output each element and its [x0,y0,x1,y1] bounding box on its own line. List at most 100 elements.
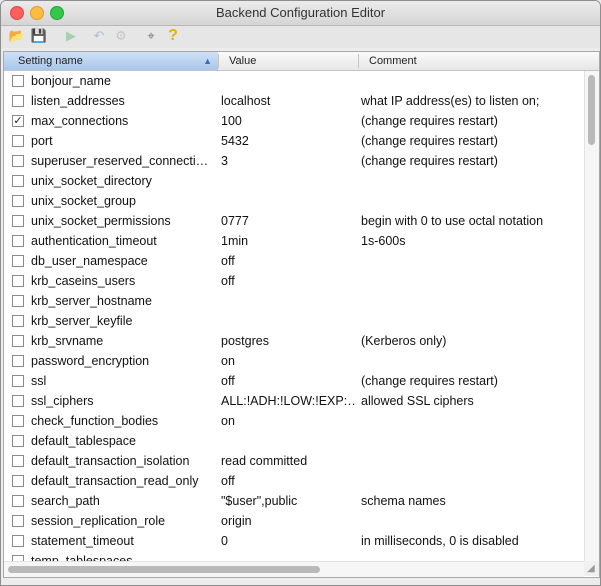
table-row[interactable]: session_replication_role origin [4,511,584,531]
save-icon[interactable]: 💾 [31,28,47,44]
setting-value-cell[interactable] [221,71,355,91]
settings-icon[interactable]: ⚙ [113,28,129,44]
row-checkbox[interactable] [12,375,24,387]
table-row[interactable]: bonjour_name [4,71,584,91]
row-checkbox[interactable] [12,295,24,307]
setting-value-cell[interactable]: off [221,371,355,391]
table-row[interactable]: password_encryption on [4,351,584,371]
table-row[interactable]: default_transaction_read_only off [4,471,584,491]
setting-value-cell[interactable]: on [221,351,355,371]
table-row[interactable]: krb_server_hostname [4,291,584,311]
setting-name-cell: krb_server_hostname [31,294,152,308]
table-body[interactable]: bonjour_name listen_addresses localhost wha… [4,71,584,561]
setting-comment-cell [361,431,583,451]
cursor-icon[interactable]: ⌖ [143,28,159,44]
row-checkbox[interactable] [12,395,24,407]
setting-value-cell[interactable]: 0777 [221,211,355,231]
open-folder-icon[interactable]: 📂 [9,28,25,44]
table-row[interactable]: check_function_bodies on [4,411,584,431]
setting-value-cell[interactable]: off [221,271,355,291]
table-row[interactable]: default_transaction_isolation read commit… [4,451,584,471]
row-checkbox[interactable] [12,155,24,167]
setting-value-cell[interactable]: 0 [221,531,355,551]
setting-value-cell[interactable]: localhost [221,91,355,111]
row-checkbox[interactable] [12,215,24,227]
table-row[interactable]: unix_socket_group [4,191,584,211]
table-row[interactable]: unix_socket_permissions 0777 begin with 0 … [4,211,584,231]
setting-value-cell[interactable]: 1min [221,231,355,251]
row-checkbox[interactable] [12,95,24,107]
row-checkbox[interactable] [12,175,24,187]
column-header-comment[interactable]: Comment [359,52,599,70]
table-row[interactable]: ✓ max_connections 100 (change requires rest… [4,111,584,131]
table-row[interactable]: unix_socket_directory [4,171,584,191]
setting-value-cell[interactable]: postgres [221,331,355,351]
table-row[interactable]: listen_addresses localhost what IP address… [4,91,584,111]
row-checkbox[interactable] [12,455,24,467]
setting-comment-cell [361,171,583,191]
row-checkbox[interactable] [12,195,24,207]
table-row[interactable]: search_path "$user",public schema names [4,491,584,511]
setting-name-cell: unix_socket_directory [31,174,152,188]
column-header-setting-name[interactable]: Setting name ▲ [4,52,218,70]
row-checkbox[interactable] [12,275,24,287]
table-row[interactable]: authentication_timeout 1min 1s-600s [4,231,584,251]
row-checkbox[interactable] [12,495,24,507]
row-checkbox[interactable] [12,475,24,487]
setting-value-cell[interactable]: 3 [221,151,355,171]
setting-value-cell[interactable] [221,311,355,331]
setting-value-cell[interactable] [221,171,355,191]
setting-value-cell[interactable] [221,291,355,311]
setting-name-cell: password_encryption [31,354,150,368]
row-checkbox[interactable] [12,335,24,347]
vertical-scrollbar[interactable] [584,71,599,561]
row-checkbox[interactable] [12,235,24,247]
table-row[interactable]: db_user_namespace off [4,251,584,271]
horizontal-scrollbar[interactable] [4,561,584,577]
reload-icon[interactable]: ↶ [91,28,107,44]
vertical-scroll-thumb[interactable] [588,75,595,145]
setting-value-cell[interactable]: ALL:!ADH:!LOW:!EXP:… [221,391,355,411]
table-row[interactable]: port 5432 (change requires restart) [4,131,584,151]
row-checkbox[interactable] [12,135,24,147]
setting-comment-cell: begin with 0 to use octal notation [361,214,544,228]
table-row[interactable]: temp_tablespaces [4,551,584,561]
setting-value-cell[interactable] [221,551,355,561]
setting-value-cell[interactable]: read committed [221,451,355,471]
row-checkbox[interactable] [12,315,24,327]
setting-comment-cell [361,511,583,531]
execute-icon[interactable]: ▶ [63,28,79,44]
table-row[interactable]: krb_srvname postgres (Kerberos only) [4,331,584,351]
row-checkbox[interactable] [12,415,24,427]
table-row[interactable]: ssl_ciphers ALL:!ADH:!LOW:!EXP:… allowed S… [4,391,584,411]
row-checkbox[interactable] [12,435,24,447]
setting-value-cell[interactable]: on [221,411,355,431]
resize-grip-icon[interactable]: ◢ [587,564,597,574]
row-checkbox[interactable]: ✓ [12,115,24,127]
setting-value-cell[interactable]: off [221,251,355,271]
table-row[interactable]: statement_timeout 0 in milliseconds, 0 is … [4,531,584,551]
setting-value-cell[interactable]: 100 [221,111,355,131]
horizontal-scroll-thumb[interactable] [8,566,320,573]
title-bar[interactable]: Backend Configuration Editor [1,1,600,26]
help-icon[interactable]: ? [165,28,181,44]
row-checkbox[interactable] [12,355,24,367]
table-row[interactable]: ssl off (change requires restart) [4,371,584,391]
row-checkbox[interactable] [12,535,24,547]
table-row[interactable]: krb_caseins_users off [4,271,584,291]
row-checkbox[interactable] [12,75,24,87]
toolbar: 📂 💾 ▶ ↶ ⚙ ⌖? [1,26,600,48]
row-checkbox[interactable] [12,515,24,527]
table-row[interactable]: krb_server_keyfile [4,311,584,331]
row-checkbox[interactable] [12,255,24,267]
setting-value-cell[interactable] [221,431,355,451]
setting-value-cell[interactable]: 5432 [221,131,355,151]
setting-value-cell[interactable]: "$user",public [221,491,355,511]
column-header-value[interactable]: Value [219,52,358,70]
table-row[interactable]: superuser_reserved_connecti… 3 (change req… [4,151,584,171]
setting-comment-cell [361,271,583,291]
setting-value-cell[interactable]: off [221,471,355,491]
setting-value-cell[interactable]: origin [221,511,355,531]
table-row[interactable]: default_tablespace [4,431,584,451]
setting-value-cell[interactable] [221,191,355,211]
